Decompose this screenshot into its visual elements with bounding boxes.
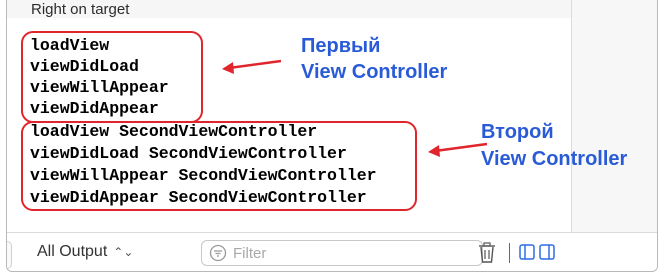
output-select-label: All Output bbox=[37, 243, 108, 260]
toolbar-divider bbox=[509, 243, 510, 263]
chevron-up-down-icon: ⌃⌄ bbox=[113, 245, 134, 259]
previous-output-strip: Right on target bbox=[7, 0, 577, 19]
console-toolbar: All Output ⌃⌄ Filter bbox=[7, 232, 657, 271]
second-controller-label: View Controller bbox=[481, 148, 628, 170]
first-controller-label: Первый bbox=[301, 35, 381, 57]
debug-console-window: Right on target loadView viewDidLoad vie… bbox=[6, 0, 658, 272]
second-controller-label: Второй bbox=[481, 121, 554, 143]
show-left-pane-icon[interactable] bbox=[519, 244, 535, 260]
variables-panel bbox=[571, 0, 657, 232]
previous-output-text: Right on target bbox=[31, 1, 130, 18]
left-pane-edge bbox=[7, 241, 12, 269]
first-controller-highlight bbox=[21, 31, 203, 123]
filter-input[interactable]: Filter bbox=[201, 240, 483, 266]
output-filter-select[interactable]: All Output ⌃⌄ bbox=[37, 243, 133, 261]
filter-icon bbox=[209, 244, 227, 262]
show-right-pane-icon[interactable] bbox=[539, 244, 555, 260]
trash-icon[interactable] bbox=[477, 242, 497, 264]
arrow-left-icon bbox=[222, 59, 282, 74]
second-controller-highlight bbox=[21, 121, 417, 211]
first-controller-label: View Controller bbox=[301, 61, 448, 83]
filter-placeholder: Filter bbox=[233, 244, 267, 262]
